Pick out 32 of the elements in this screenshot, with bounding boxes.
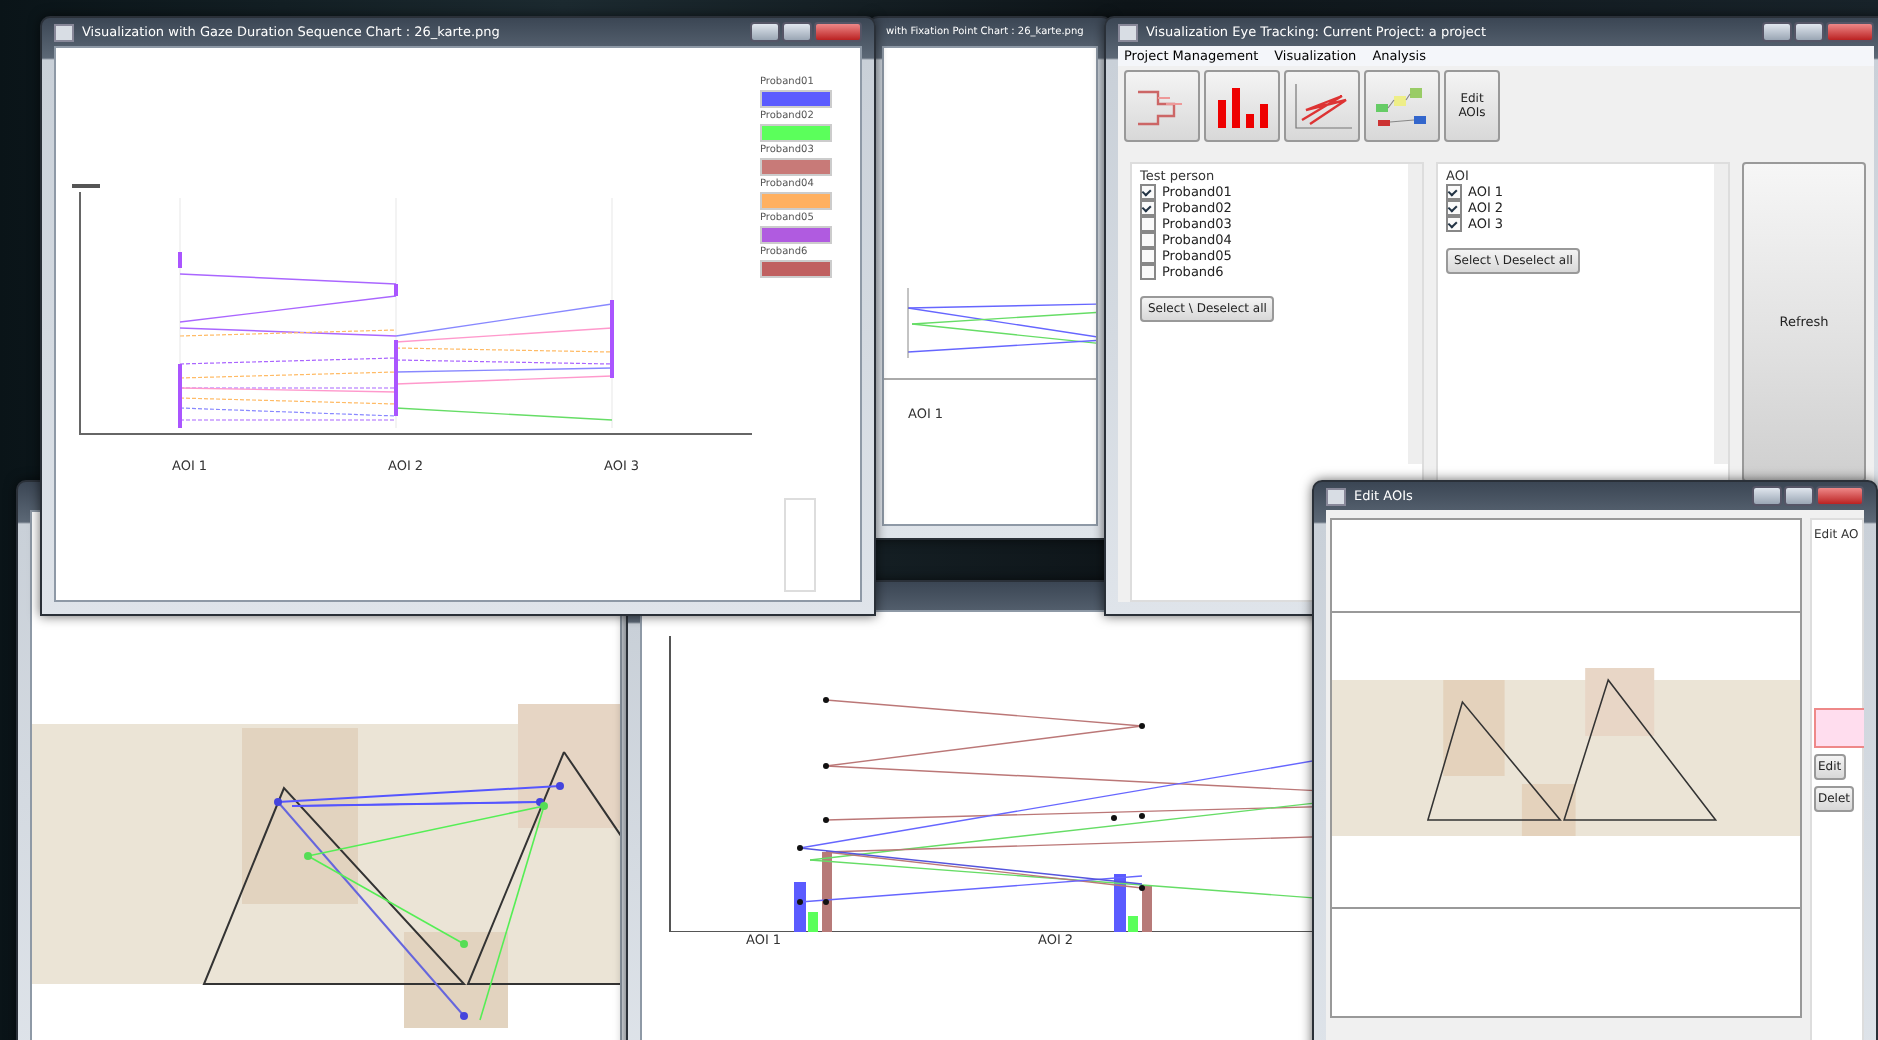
app-icon (1118, 23, 1138, 41)
checkbox[interactable] (1140, 216, 1156, 232)
checkbox[interactable] (1140, 184, 1156, 200)
close-icon[interactable] (1826, 22, 1874, 42)
minimize-icon[interactable] (1752, 486, 1782, 506)
sequence-chart-button[interactable] (1124, 70, 1200, 142)
checkbox[interactable] (1446, 200, 1462, 216)
bar-chart-button[interactable] (1204, 70, 1280, 142)
app-icon (1326, 487, 1346, 505)
checkbox[interactable] (1140, 264, 1156, 280)
checkbox[interactable] (1446, 216, 1462, 232)
axis-title-mark (72, 184, 100, 188)
maximize-icon[interactable] (1784, 486, 1814, 506)
checkbox[interactable] (1140, 248, 1156, 264)
checkbox[interactable] (1140, 232, 1156, 248)
bar (822, 852, 832, 932)
maximize-icon[interactable] (1794, 22, 1824, 42)
diagram-button[interactable] (1364, 70, 1440, 142)
maximize-icon[interactable] (782, 22, 812, 42)
mini-panel (784, 498, 816, 592)
line-chart-button[interactable] (1284, 70, 1360, 142)
minimize-icon[interactable] (750, 22, 780, 42)
minimize-icon[interactable] (1762, 22, 1792, 42)
bar (1142, 886, 1152, 932)
scrollbar[interactable] (1714, 164, 1728, 464)
scrollbar[interactable] (1408, 164, 1422, 464)
close-icon[interactable] (1816, 486, 1864, 506)
line-chart-icon (1290, 80, 1354, 132)
checkbox[interactable] (1140, 200, 1156, 216)
close-icon[interactable] (814, 22, 862, 42)
app-icon (54, 23, 74, 41)
checkbox[interactable] (1446, 184, 1462, 200)
